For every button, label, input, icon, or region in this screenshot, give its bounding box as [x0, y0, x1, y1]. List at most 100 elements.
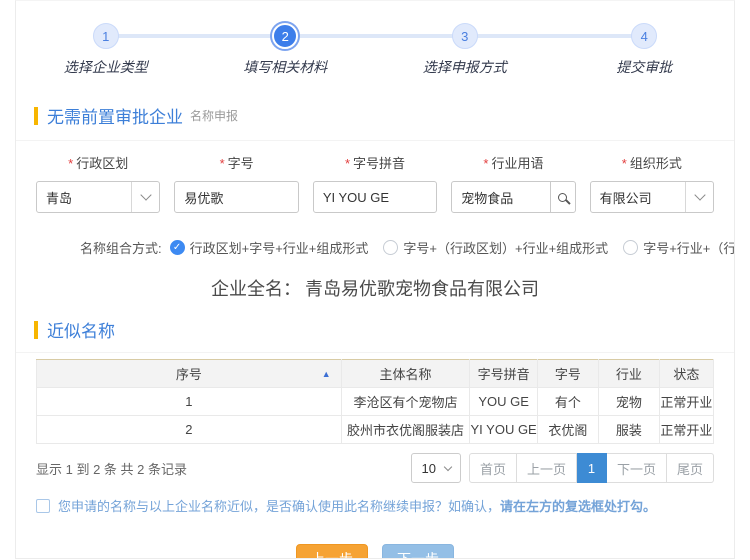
cell-seq: 1: [37, 388, 342, 416]
step-2-circle: 2: [272, 23, 298, 49]
cell-brand: 衣优阁: [537, 416, 598, 444]
section-subtitle: 名称申报: [190, 107, 238, 124]
actions-bar: 上一步 下一步: [16, 544, 734, 559]
confirm-text: 您申请的名称与以上企业名称近似，是否确认使用此名称继续申报？如确认，: [58, 499, 500, 514]
prev-step-button[interactable]: 上一步: [296, 544, 368, 559]
section-title: 无需前置审批企业: [47, 103, 183, 128]
brand-pinyin-input[interactable]: [314, 182, 436, 212]
brand-pinyin-label: 字号拼音: [353, 156, 405, 171]
name-form-row: *行政区划 青岛 *字号 *字号拼音 *行业用语 *组: [16, 141, 734, 213]
chevron-down-icon: [444, 463, 452, 471]
cell-pinyin: YOU GE: [470, 388, 538, 416]
region-select-value: 青岛: [37, 188, 131, 207]
step-3-circle: 3: [452, 23, 478, 49]
column-header-status: 状态: [659, 360, 713, 388]
cell-entity-name: 李沧区有个宠物店: [341, 388, 470, 416]
cell-status: 正常开业: [659, 416, 713, 444]
field-org-form: *组织形式 有限公司: [590, 153, 714, 213]
step-4: 4 提交审批: [555, 23, 735, 77]
radio-unchecked-icon: [623, 240, 638, 255]
org-form-select[interactable]: 有限公司: [590, 181, 714, 213]
industry-term-label: 行业用语: [491, 156, 543, 171]
step-2-label: 填写相关材料: [243, 57, 327, 77]
brand-name-input[interactable]: [175, 182, 297, 212]
org-form-label: 组织形式: [630, 156, 682, 171]
accent-bar: [34, 107, 38, 125]
cell-industry: 服装: [598, 416, 659, 444]
step-1-label: 选择企业类型: [64, 57, 148, 77]
combine-option-2-label: 字号+（行政区划）+行业+组成形式: [403, 238, 608, 257]
step-3: 3 选择申报方式: [375, 23, 555, 77]
combine-option-1[interactable]: ✓ 行政区划+字号+行业+组成形式: [170, 238, 369, 257]
step-1: 1 选择企业类型: [16, 23, 196, 77]
region-select[interactable]: 青岛: [36, 181, 160, 213]
chevron-down-icon: [694, 189, 705, 200]
radio-unchecked-icon: [383, 240, 398, 255]
pagination-controls: 10 首页 上一页 1 下一页 尾页: [411, 453, 714, 483]
required-asterisk: *: [68, 156, 73, 171]
industry-term-input[interactable]: [452, 182, 550, 212]
combine-option-1-label: 行政区划+字号+行业+组成形式: [190, 238, 369, 257]
org-form-select-value: 有限公司: [591, 188, 685, 207]
step-2: 2 填写相关材料: [196, 23, 376, 77]
combine-option-3[interactable]: 字号+行业+（行政区划）+组成形式: [623, 238, 735, 257]
similar-names-table: 序号▲ 主体名称 字号拼音 字号 行业 状态 1 李沧区有个宠物店 YOU GE…: [36, 359, 714, 444]
pagination-button-group: 首页 上一页 1 下一页 尾页: [469, 453, 714, 483]
combine-label: 名称组合方式:: [80, 238, 162, 257]
combine-option-3-label: 字号+行业+（行政区划）+组成形式: [643, 238, 735, 257]
field-brand-name: *字号: [174, 153, 298, 213]
required-asterisk: *: [622, 156, 627, 171]
search-icon: [558, 193, 567, 202]
page-size-value: 10: [421, 461, 435, 476]
field-region: *行政区划 青岛: [36, 153, 160, 213]
step-4-circle: 4: [631, 23, 657, 49]
confirm-row: 您申请的名称与以上企业名称近似，是否确认使用此名称继续申报？如确认，请在左方的复…: [36, 498, 714, 516]
pagination-prev[interactable]: 上一页: [517, 453, 577, 483]
cell-seq: 2: [37, 416, 342, 444]
cell-entity-name: 胶州市衣优阁服装店: [341, 416, 470, 444]
table-header-row: 序号▲ 主体名称 字号拼音 字号 行业 状态: [37, 360, 714, 388]
industry-search-button[interactable]: [550, 182, 575, 212]
column-header-industry: 行业: [598, 360, 659, 388]
pagination-row: 显示 1 到 2 条 共 2 条记录 10 首页 上一页 1 下一页 尾页: [36, 453, 714, 483]
cell-status: 正常开业: [659, 388, 713, 416]
confirm-checkbox[interactable]: [36, 499, 50, 513]
accent-bar: [34, 321, 38, 339]
field-industry-term: *行业用语: [451, 153, 575, 213]
stepper: 1 选择企业类型 2 填写相关材料 3 选择申报方式 4 提交审批: [16, 1, 734, 73]
table-row: 1 李沧区有个宠物店 YOU GE 有个 宠物 正常开业: [37, 388, 714, 416]
column-header-brand: 字号: [537, 360, 598, 388]
chevron-down-icon: [140, 189, 151, 200]
records-summary: 显示 1 到 2 条 共 2 条记录: [36, 459, 187, 478]
pagination-first[interactable]: 首页: [469, 453, 517, 483]
column-header-pinyin: 字号拼音: [470, 360, 538, 388]
company-fullname-value: 青岛易优歌宠物食品有限公司: [305, 279, 539, 299]
cell-industry: 宠物: [598, 388, 659, 416]
confirm-text-bold: 请在左方的复选框处打勾。: [500, 499, 656, 514]
company-fullname-label: 企业全名：: [211, 279, 301, 299]
required-asterisk: *: [483, 156, 488, 171]
section-similar-header: 近似名称: [16, 317, 734, 353]
region-label: 行政区划: [76, 156, 128, 171]
cell-brand: 有个: [537, 388, 598, 416]
required-asterisk: *: [345, 156, 350, 171]
next-step-button[interactable]: 下一步: [382, 544, 454, 559]
step-4-label: 提交审批: [616, 57, 672, 77]
table-row: 2 胶州市衣优阁服装店 YI YOU GE 衣优阁 服装 正常开业: [37, 416, 714, 444]
column-header-seq[interactable]: 序号▲: [37, 360, 342, 388]
combine-option-2[interactable]: 字号+（行政区划）+行业+组成形式: [383, 238, 608, 257]
company-fullname: 企业全名：青岛易优歌宠物食品有限公司: [16, 275, 734, 301]
page-size-select[interactable]: 10: [411, 453, 460, 483]
pagination-current-page[interactable]: 1: [577, 453, 607, 483]
section-name-apply-header: 无需前置审批企业 名称申报: [16, 103, 734, 141]
cell-pinyin: YI YOU GE: [470, 416, 538, 444]
page-container: 1 选择企业类型 2 填写相关材料 3 选择申报方式 4 提交审批 无需前置审批…: [15, 0, 735, 559]
pagination-next[interactable]: 下一页: [607, 453, 667, 483]
column-header-entity-name: 主体名称: [341, 360, 470, 388]
section-title: 近似名称: [47, 317, 115, 342]
step-3-label: 选择申报方式: [423, 57, 507, 77]
name-combine-row: 名称组合方式: ✓ 行政区划+字号+行业+组成形式 字号+（行政区划）+行业+组…: [16, 238, 734, 257]
pagination-last[interactable]: 尾页: [667, 453, 714, 483]
radio-checked-icon: ✓: [170, 240, 185, 255]
required-asterisk: *: [220, 156, 225, 171]
